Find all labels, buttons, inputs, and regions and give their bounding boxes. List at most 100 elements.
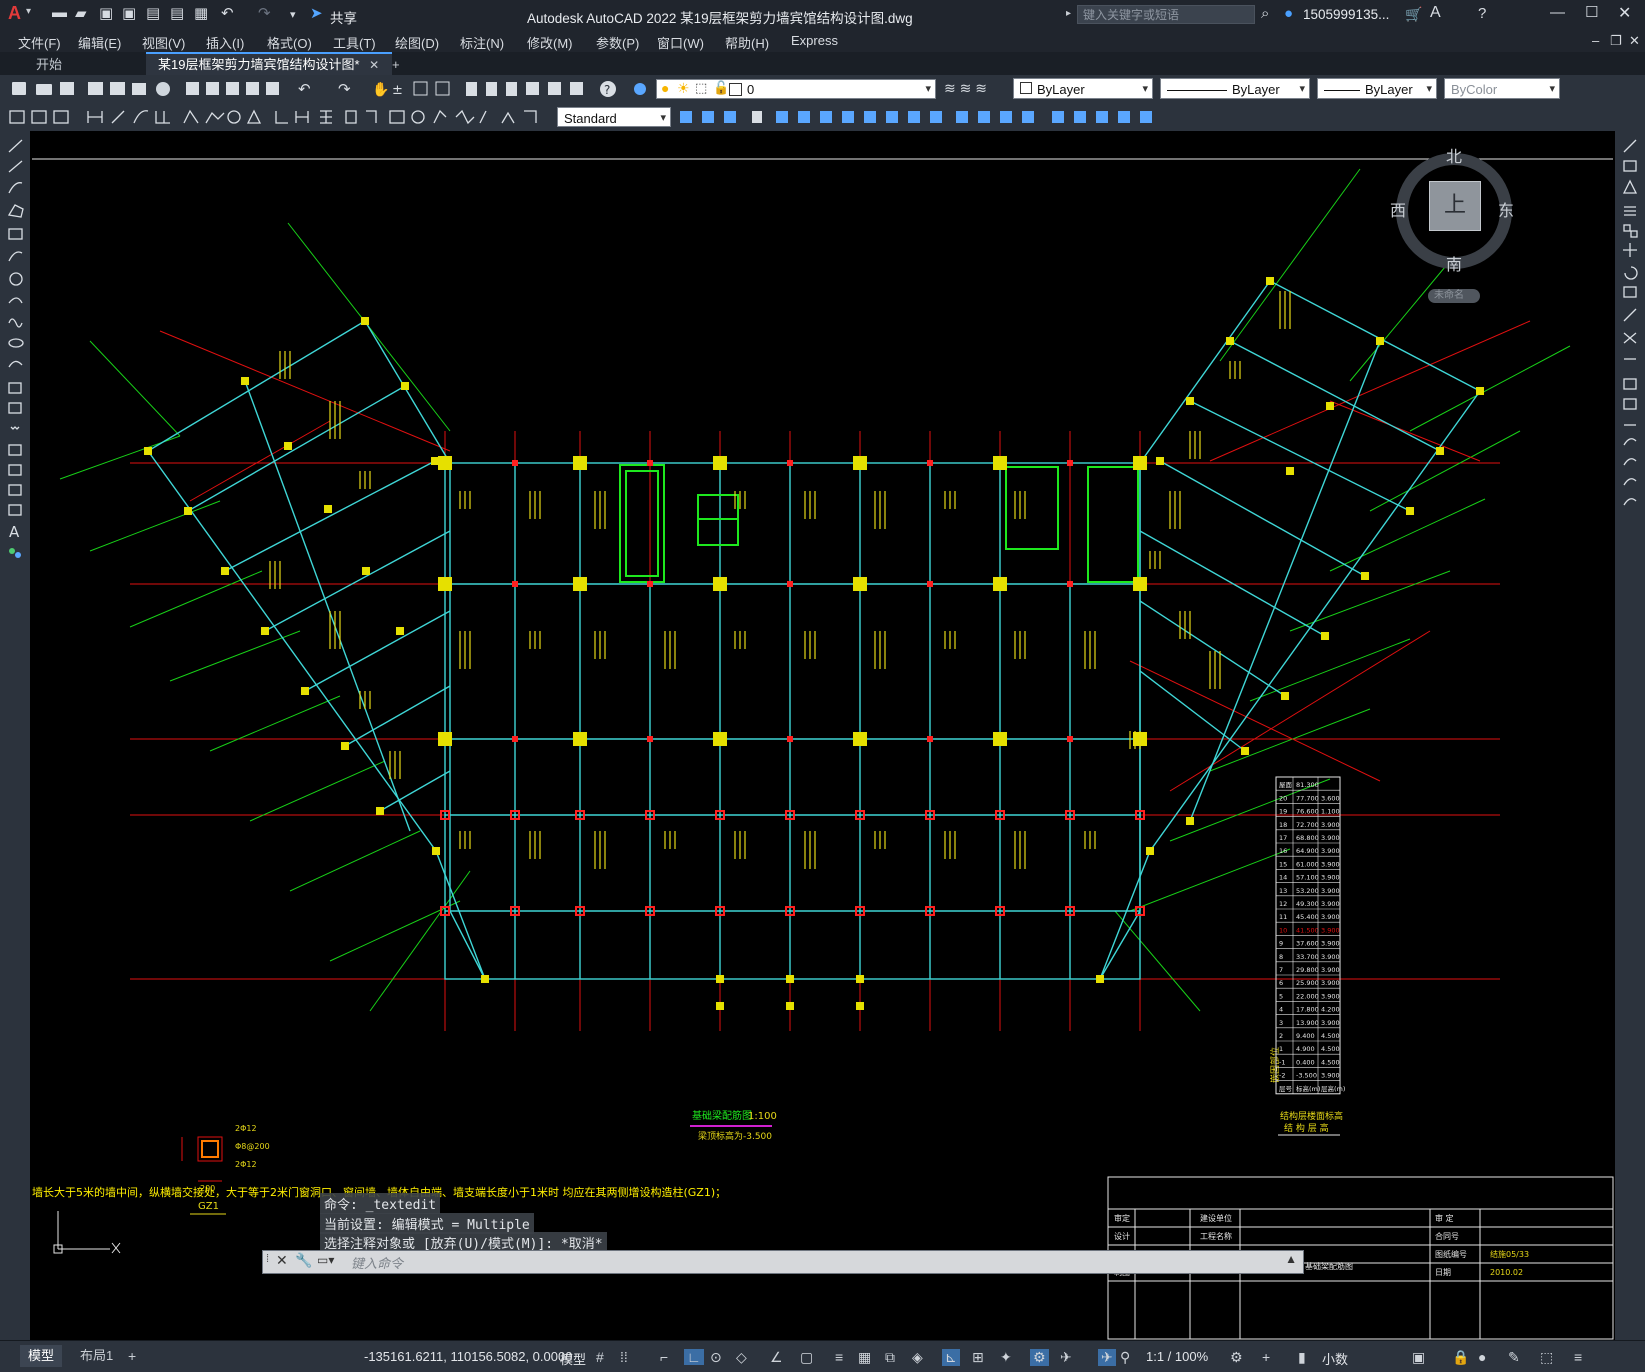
selection-filter-icon[interactable]: ⊞ [972,1349,984,1366]
help-icon[interactable]: ? [1478,5,1486,22]
new-tab-icon[interactable]: + [380,54,412,75]
layer-on-icon[interactable]: ● [661,80,669,96]
user-icon[interactable]: ● [1284,5,1293,22]
plotstyle-dropdown[interactable]: ByColor [1444,78,1560,100]
wcs-menu[interactable]: 未命名 [1428,289,1480,303]
snap-icon[interactable]: ⁞⁞ [620,1349,628,1365]
command-line[interactable]: ⁞ ✕ 🔧 ▭▾ 键入命令 ▲ [262,1250,1304,1274]
doc-minimize-icon[interactable]: – [1592,33,1599,48]
command-input[interactable]: 键入命令 [351,1253,403,1272]
annotation-visibility-icon[interactable]: ⚙ [1030,1349,1049,1366]
grid-icon[interactable]: # [596,1349,604,1365]
annotation-scale-icon[interactable]: ✈ [1098,1349,1116,1366]
menu-express[interactable]: Express [791,33,838,48]
text-style-dropdown[interactable]: Standard [557,107,671,129]
close-icon[interactable]: ✕ [1618,3,1631,23]
customization-icon[interactable]: ≡ [1574,1349,1582,1365]
cmd-scroll-icon[interactable]: ▲ [1285,1252,1297,1266]
menu-parametric[interactable]: 参数(P) [596,33,639,52]
search-icon[interactable]: ⌕ [1261,5,1269,22]
dynamic-ucs-icon[interactable]: ⊾ [942,1349,960,1366]
doc-restore-icon[interactable]: ❐ [1610,33,1622,49]
standard-toolbar-icons[interactable]: ↶ ↷ ✋ ± ? [8,79,678,99]
layer-vp-icon[interactable]: ⬚ [695,80,707,96]
dimension-toolbar-icons[interactable] [6,107,552,127]
menu-dimension[interactable]: 标注(N) [460,33,504,52]
layer-tools[interactable]: ≋ ≋ ≋ [944,80,1006,98]
isolate-objects-icon[interactable]: ● [1478,1349,1486,1365]
color-dropdown[interactable]: ByLayer [1013,78,1153,100]
autocad-logo[interactable]: A [8,3,21,24]
layer-dropdown[interactable]: ● ☀ ⬚ 🔓 0 ▾ [656,79,936,99]
menu-format[interactable]: 格式(O) [267,33,312,52]
save-icon[interactable]: ▣ [99,4,113,22]
undo-icon[interactable]: ↶ [221,4,234,22]
export-icon[interactable]: ▤ [170,4,184,22]
user-name[interactable]: 1505999135... [1303,7,1389,22]
units-icon[interactable]: ▮ [1298,1349,1306,1366]
modify-side-icons[interactable] [1621,137,1641,537]
new-icon[interactable]: ▬ [52,4,67,21]
ortho-icon[interactable]: ∟ [684,1349,704,1365]
viewcube-west[interactable]: 西 [1390,197,1406,221]
menu-help[interactable]: 帮助(H) [725,33,769,52]
search-expand-icon[interactable]: ▸ [1066,8,1071,19]
viewcube-face[interactable]: 上 [1429,181,1481,231]
workspace-icon[interactable]: ⚙ [1230,1349,1243,1366]
gizmo-icon[interactable]: ✦ [1000,1349,1012,1366]
otrack-icon[interactable]: ∠ [770,1349,783,1366]
coordinates[interactable]: -135161.6211, 110156.5082, 0.0000 [364,1349,572,1364]
redo-icon[interactable]: ↷ [258,4,271,22]
osnap-icon[interactable]: ▢ [800,1349,813,1366]
annotation-scale[interactable]: 1:1 / 100% [1146,1349,1208,1364]
units-dropdown[interactable]: 小数 [1322,1349,1348,1368]
infer-icon[interactable]: ⌐ [660,1349,668,1365]
lineweight-dropdown[interactable]: ByLayer [1317,78,1437,100]
linetype-dropdown[interactable]: ByLayer [1160,78,1310,100]
auto-scale-icon[interactable]: ✈ [1060,1349,1072,1366]
import-icon[interactable]: ▤ [146,4,160,22]
isodraft-icon[interactable]: ◇ [736,1349,747,1366]
menu-file[interactable]: 文件(F) [18,33,61,52]
graphics-performance-icon[interactable]: ✎ [1508,1349,1520,1366]
tab-close-icon[interactable]: ✕ [369,58,379,72]
minimize-icon[interactable]: — [1550,4,1565,21]
cmd-close-icon[interactable]: ✕ [276,1252,288,1269]
menu-modify[interactable]: 修改(M) [527,33,573,52]
add-layout-tab[interactable]: + [128,1345,136,1367]
lineweight-icon[interactable]: ≡ [835,1349,843,1365]
maximize-icon[interactable]: ☐ [1585,3,1598,21]
transparency-icon[interactable]: ▦ [858,1349,871,1366]
model-tab[interactable]: 模型 [20,1345,63,1367]
menu-window[interactable]: 窗口(W) [657,33,704,52]
share-icon[interactable]: ➤ [310,4,323,22]
menu-view[interactable]: 视图(V) [142,33,185,52]
open-icon[interactable]: ▰ [75,4,87,22]
customize-chevron-icon[interactable]: ▾ [290,8,296,21]
menu-insert[interactable]: 插入(I) [206,33,244,52]
draw-toolbar-icons[interactable]: A [6,137,26,697]
3dosnap-icon[interactable]: ◈ [912,1349,923,1366]
autodesk-account-icon[interactable]: A [1430,4,1441,22]
viewcube-south[interactable]: 南 [1446,251,1462,275]
menu-draw[interactable]: 绘图(D) [395,33,439,52]
drawing-canvas[interactable]: 2Φ12 Φ8@200 2Φ12 200 GZ1 基础梁配筋图 1:100 梁顶标高… [30,131,1615,1340]
polar-icon[interactable]: ⊙ [710,1349,722,1366]
quick-properties-icon[interactable]: ▣ [1412,1349,1425,1366]
menu-edit[interactable]: 编辑(E) [78,33,121,52]
space-toggle[interactable]: 模型 [560,1349,586,1368]
scale-icon[interactable]: ⚲ [1120,1349,1130,1366]
layer-freeze-icon[interactable]: ☀ [677,80,690,97]
cart-icon[interactable]: 🛒 [1405,6,1422,23]
menu-tools[interactable]: 工具(T) [333,33,376,52]
clean-screen-icon[interactable]: ⬚ [1540,1349,1553,1366]
tab-drawing[interactable]: 某19层框架剪力墙宾馆结构设计图* ✕ [146,52,392,75]
lock-ui-icon[interactable]: 🔒 [1452,1349,1469,1366]
selection-cycling-icon[interactable]: ⧉ [885,1349,895,1366]
cmd-customize-icon[interactable]: 🔧 [295,1252,312,1269]
layout1-tab[interactable]: 布局1 [74,1345,119,1367]
app-menu-chevron-icon[interactable]: ▾ [26,6,31,17]
cmd-recent-icon[interactable]: ▭▾ [317,1253,334,1267]
viewcube-north[interactable]: 北 [1446,143,1462,167]
tab-start[interactable]: 开始 [24,54,74,75]
